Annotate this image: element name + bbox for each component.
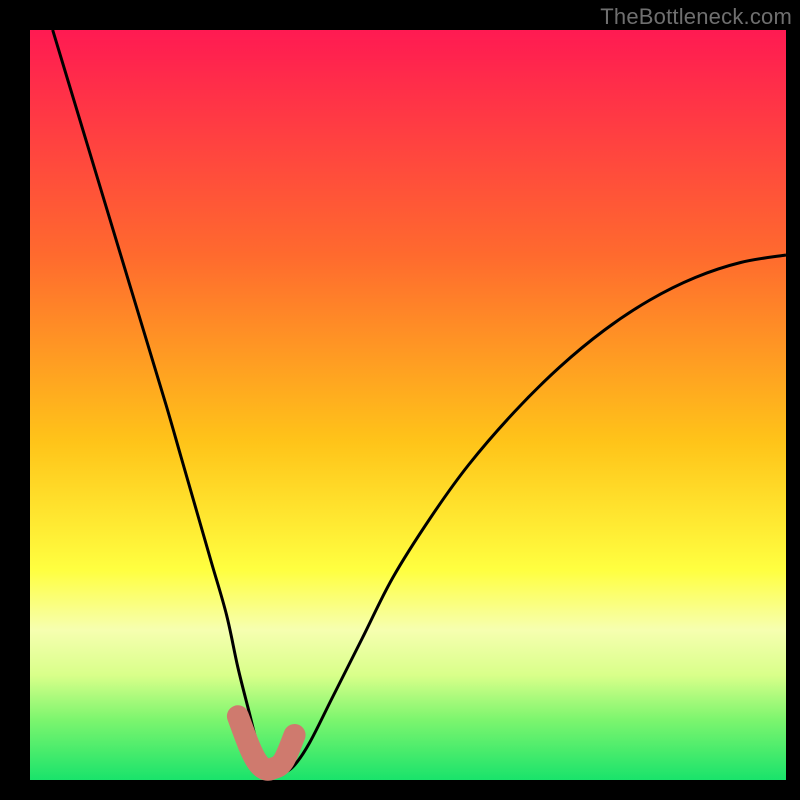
watermark-text: TheBottleneck.com [600,4,792,30]
bottleneck-chart [0,0,800,800]
plot-area [30,30,786,780]
chart-frame: TheBottleneck.com [0,0,800,800]
